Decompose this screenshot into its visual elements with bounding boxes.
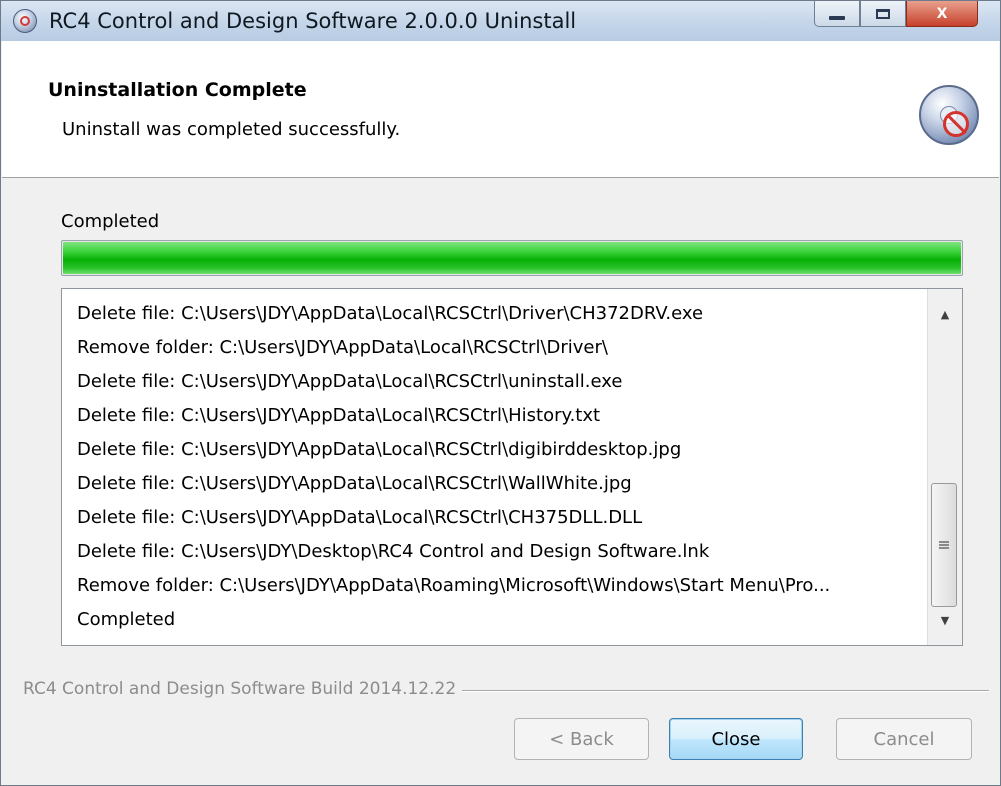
log-lines: Delete file: C:\Users\JDY\AppData\Local\…: [77, 297, 927, 637]
log-line: Delete file: C:\Users\JDY\AppData\Local\…: [77, 473, 632, 494]
title-bar[interactable]: RC4 Control and Design Software 2.0.0.0 …: [1, 1, 1000, 41]
grip-icon: [939, 541, 949, 549]
log-line: Delete file: C:\Users\JDY\AppData\Local\…: [77, 439, 682, 460]
log-line: Delete file: C:\Users\JDY\AppData\Local\…: [77, 405, 601, 426]
arrow-down-icon: ▼: [940, 613, 950, 627]
page-subtitle: Uninstall was completed successfully.: [62, 119, 401, 140]
log-line: Completed: [77, 609, 176, 630]
window-controls: X: [814, 1, 978, 27]
progress-fill: [63, 242, 961, 274]
progress-bar: [61, 240, 963, 276]
maximize-button[interactable]: [860, 1, 906, 27]
prohibited-icon: [943, 111, 969, 137]
minimize-icon: [829, 15, 845, 20]
uninstall-window: RC4 Control and Design Software 2.0.0.0 …: [0, 0, 1001, 786]
log-line: Delete file: C:\Users\JDY\AppData\Local\…: [77, 303, 704, 324]
arrow-up-icon: ▲: [940, 307, 950, 321]
progress-label: Completed: [61, 211, 160, 232]
window-title: RC4 Control and Design Software 2.0.0.0 …: [49, 9, 577, 33]
back-button[interactable]: < Back: [514, 718, 649, 760]
cancel-button[interactable]: Cancel: [836, 718, 972, 760]
close-button[interactable]: Close: [669, 718, 803, 760]
brand-text: RC4 Control and Design Software Build 20…: [23, 679, 463, 699]
minimize-button[interactable]: [814, 1, 860, 27]
details-log[interactable]: Delete file: C:\Users\JDY\AppData\Local\…: [61, 288, 963, 646]
app-icon[interactable]: [13, 9, 37, 33]
close-window-button[interactable]: X: [906, 1, 978, 27]
log-line: Remove folder: C:\Users\JDY\AppData\Roam…: [77, 575, 831, 596]
log-line: Remove folder: C:\Users\JDY\AppData\Loca…: [77, 337, 608, 358]
scroll-down-button[interactable]: ▼: [928, 605, 962, 635]
uninstall-cd-icon: [919, 85, 979, 145]
page-title: Uninstallation Complete: [48, 79, 307, 101]
vertical-scrollbar[interactable]: ▲ ▼: [927, 289, 962, 645]
scroll-thumb[interactable]: [931, 483, 957, 607]
log-line: Delete file: C:\Users\JDY\Desktop\RC4 Co…: [77, 541, 710, 562]
close-icon: X: [936, 5, 948, 22]
log-line: Delete file: C:\Users\JDY\AppData\Local\…: [77, 507, 643, 528]
scroll-up-button[interactable]: ▲: [928, 299, 962, 329]
header-band: Uninstallation Complete Uninstall was co…: [2, 41, 999, 178]
maximize-icon: [876, 8, 890, 19]
log-line: Delete file: C:\Users\JDY\AppData\Local\…: [77, 371, 623, 392]
